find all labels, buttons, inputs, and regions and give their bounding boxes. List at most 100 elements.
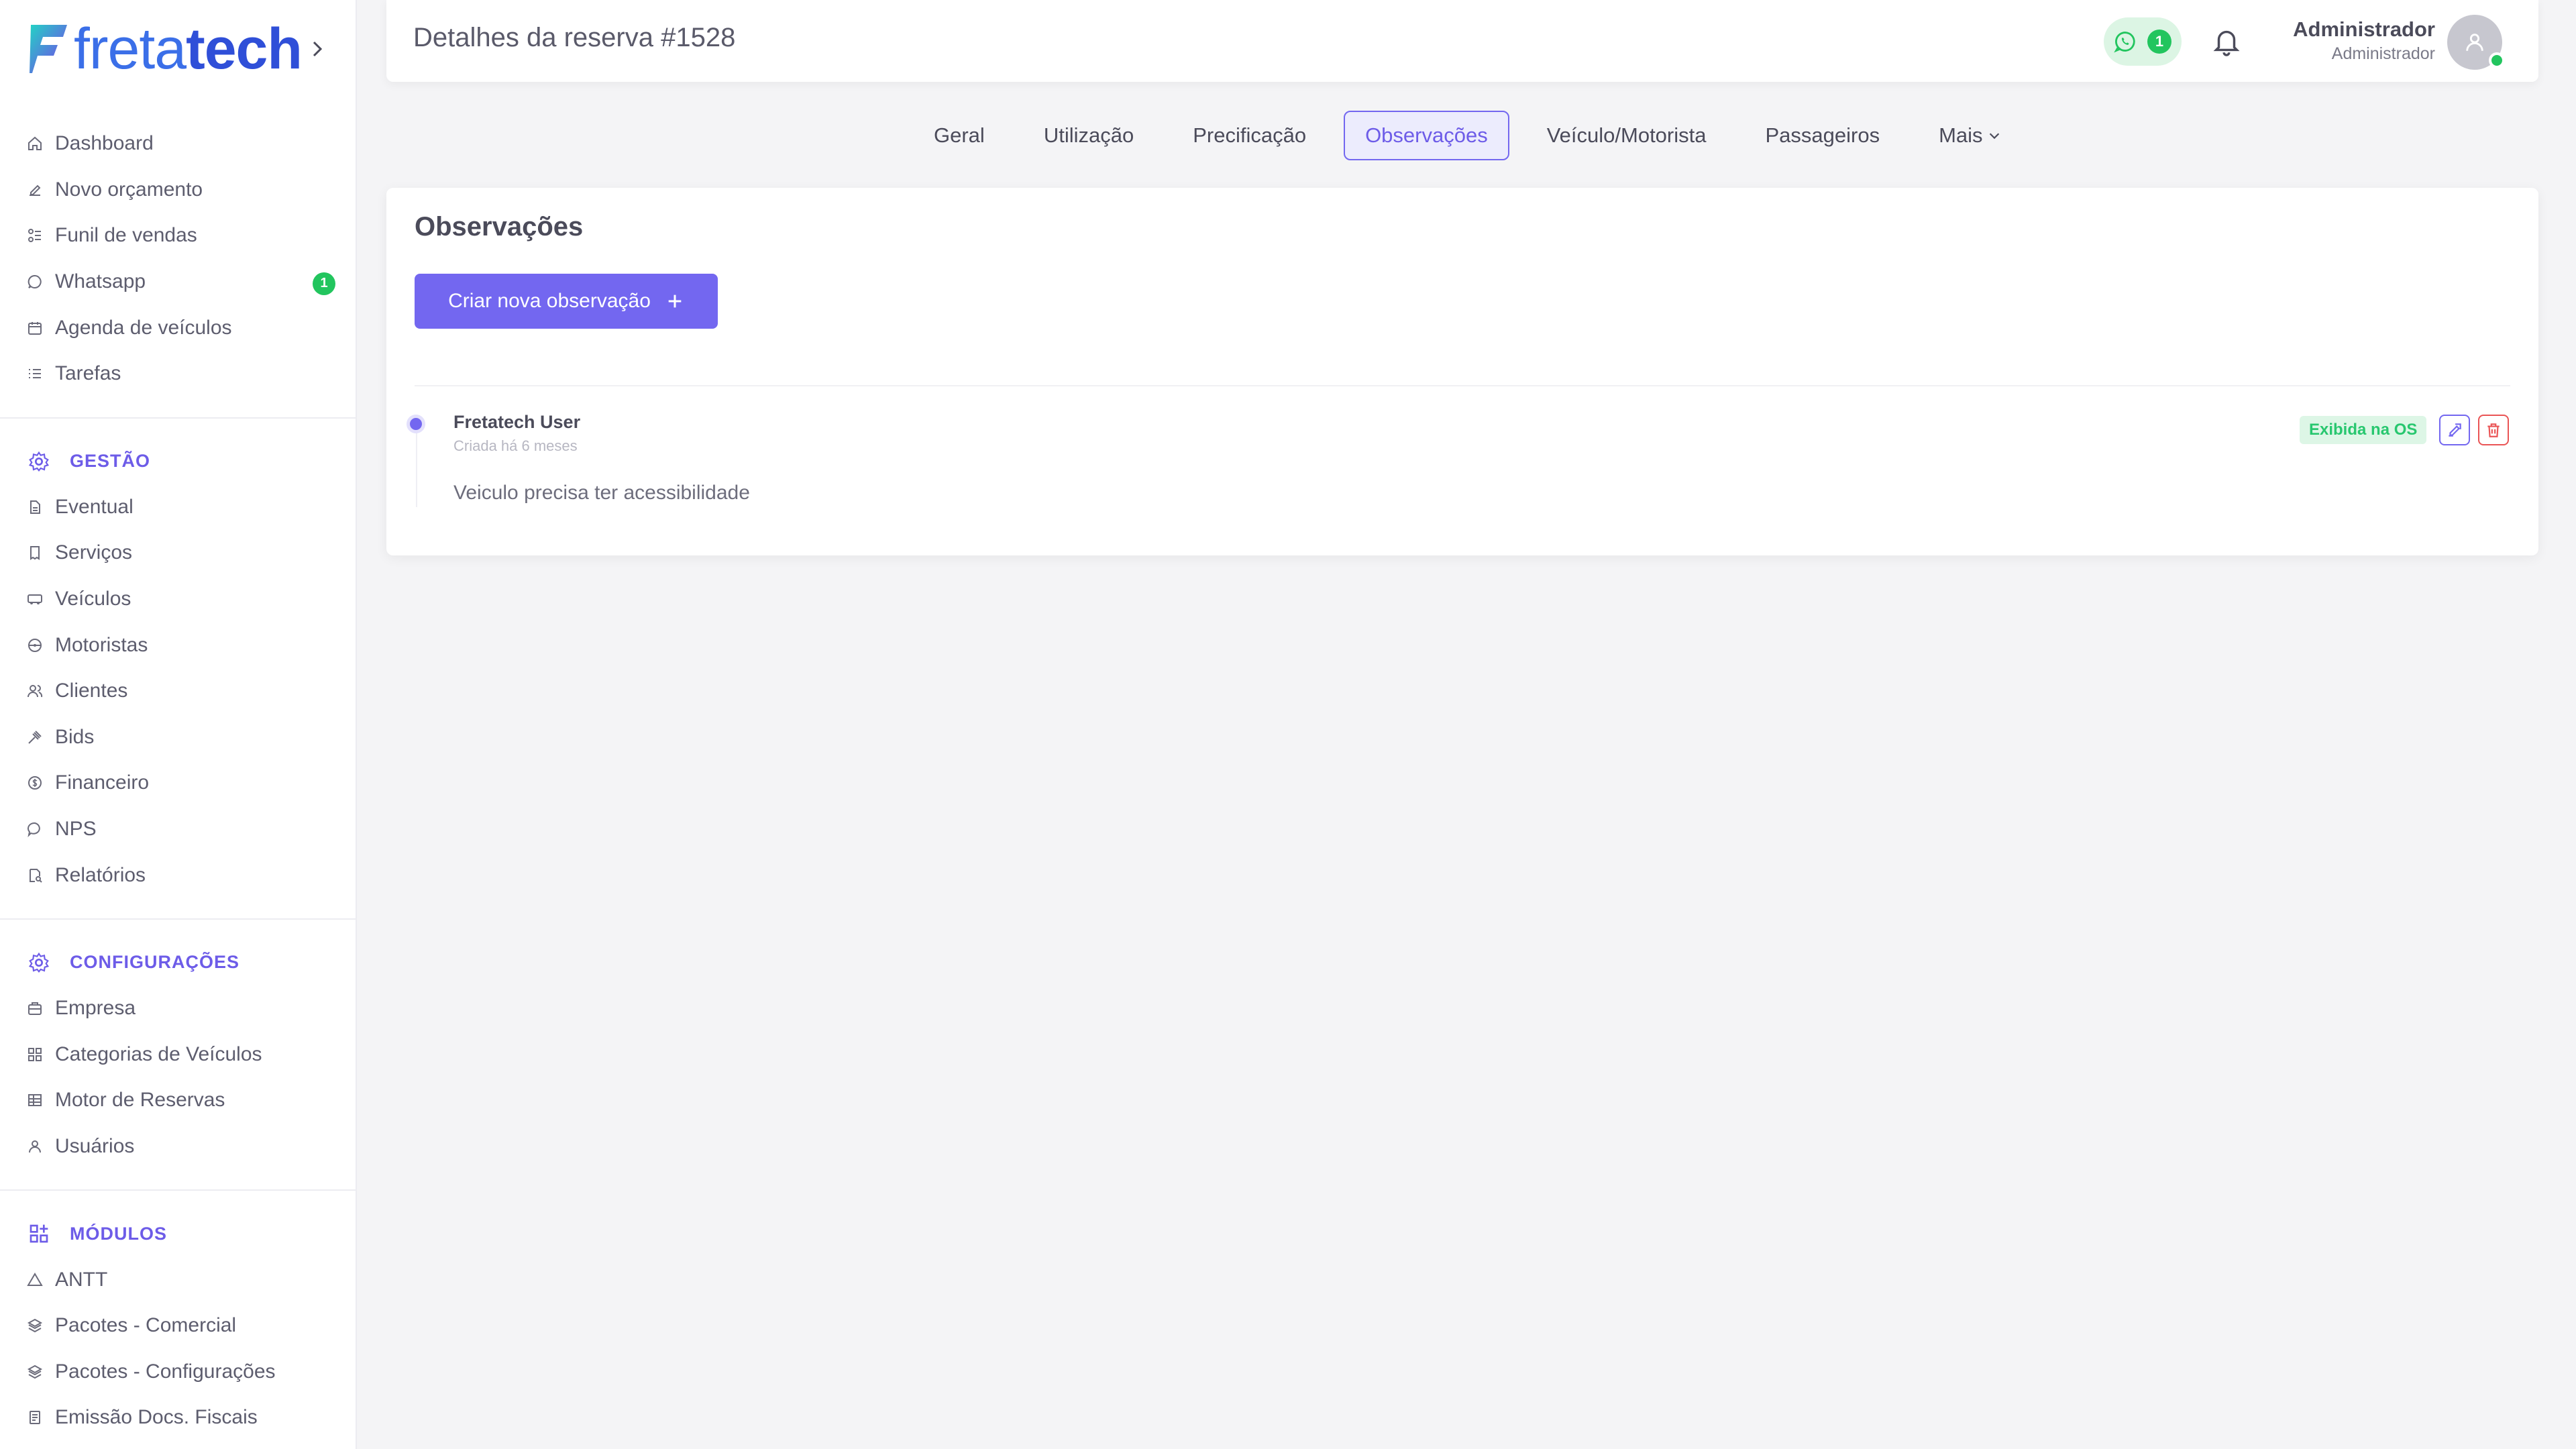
sidebar-item-veiculos[interactable]: Veículos (0, 576, 356, 623)
receipt-icon (30, 546, 40, 561)
tab-precificacao[interactable]: Precificação (1171, 111, 1328, 160)
plus-icon (668, 294, 682, 308)
sidebar-item-label: NPS (55, 818, 97, 841)
sidebar-item-label: Veículos (55, 588, 131, 610)
user-icon (29, 1140, 41, 1153)
observation-date: Criada há 6 meses (453, 437, 578, 454)
tab-label: Mais (1939, 123, 1983, 147)
edit-icon (2449, 423, 2461, 437)
whatsapp-count-badge: 1 (313, 272, 335, 295)
sidebar-item-pacotes-comercial[interactable]: Pacotes - Comercial (0, 1303, 356, 1349)
settings-icon (28, 952, 50, 973)
sidebar-item-antt[interactable]: ANTT (0, 1256, 356, 1303)
sidebar-item-novo-orcamento[interactable]: Novo orçamento (0, 167, 356, 213)
sidebar-section-configuracoes: CONFIGURAÇÕES (0, 940, 356, 985)
edit-icon (30, 184, 41, 196)
home-icon (28, 136, 42, 151)
bell-icon[interactable] (2211, 25, 2242, 56)
tab-label: Observações (1365, 123, 1488, 147)
building-icon (28, 1002, 42, 1016)
user-name[interactable]: Administrador (2293, 17, 2435, 42)
whatsapp-button[interactable]: 1 (2104, 17, 2182, 66)
sidebar-section-title: CONFIGURAÇÕES (70, 952, 240, 973)
sidebar-item-label: Funil de vendas (55, 224, 197, 247)
button-label: Criar nova observação (448, 290, 651, 312)
sidebar-item-nps[interactable]: NPS (0, 806, 356, 853)
card-title: Observações (415, 212, 584, 241)
tab-label: Precificação (1193, 123, 1307, 147)
grid-icon (28, 1047, 42, 1061)
document-icon (30, 500, 40, 514)
reservation-tabs: Geral Utilização Precificação Observaçõe… (912, 110, 2023, 161)
steering-wheel-icon (28, 638, 42, 652)
sidebar-item-emissao-docs-fiscais[interactable]: Emissão Docs. Fiscais (0, 1395, 356, 1441)
sidebar-item-label: Bids (55, 725, 95, 748)
sidebar-item-label: Pacotes - Configurações (55, 1360, 276, 1383)
tab-label: Veículo/Motorista (1546, 123, 1707, 147)
package-icon (27, 1319, 43, 1333)
sidebar-item-whatsapp[interactable]: Whatsapp 1 (0, 259, 356, 305)
edit-observation-button[interactable] (2439, 415, 2470, 445)
sidebar-item-label: Motor de Reservas (55, 1089, 225, 1112)
status-badge: Exibida na OS (2300, 416, 2427, 444)
whatsapp-icon (28, 275, 42, 289)
sidebar-item-label: Clientes (55, 680, 128, 702)
delete-observation-button[interactable] (2478, 415, 2509, 445)
tab-geral[interactable]: Geral (912, 111, 1006, 160)
sidebar-divider (0, 417, 356, 419)
collapse-chevron-icon[interactable] (310, 36, 326, 62)
sidebar-item-label: Motoristas (55, 633, 148, 656)
fretatech-logo[interactable]: fretatech (28, 19, 326, 79)
sidebar-divider (0, 918, 356, 920)
create-observation-button[interactable]: Criar nova observação (415, 274, 718, 329)
tab-mais[interactable]: Mais (1917, 111, 2023, 160)
timeline-dot (407, 415, 425, 433)
chevron-down-icon (1989, 133, 1999, 140)
invoice-icon (30, 1411, 40, 1425)
tab-label: Geral (934, 123, 985, 147)
sidebar-item-funil-de-vendas[interactable]: Funil de vendas (0, 213, 356, 259)
sidebar-section-gestao: GESTÃO (0, 439, 356, 484)
sidebar-item-label: Eventual (55, 495, 133, 518)
calendar-icon (28, 321, 42, 335)
sidebar-item-empresa[interactable]: Empresa (0, 985, 356, 1032)
sidebar-item-agenda-de-veiculos[interactable]: Agenda de veículos (0, 305, 356, 351)
whatsapp-count: 1 (2147, 30, 2171, 54)
sidebar-item-clientes[interactable]: Clientes (0, 668, 356, 714)
sidebar-item-servicos[interactable]: Serviços (0, 530, 356, 576)
sidebar-nav: Dashboard Novo orçamento Funil de vendas… (0, 121, 356, 1441)
chat-icon (28, 822, 40, 838)
tab-observacoes[interactable]: Observações (1344, 111, 1509, 160)
sidebar-item-label: Agenda de veículos (55, 316, 232, 339)
package-icon (27, 1364, 43, 1379)
tab-veiculo-motorista[interactable]: Veículo/Motorista (1525, 111, 1728, 160)
sidebar-item-categorias-de-veiculos[interactable]: Categorias de Veículos (0, 1032, 356, 1078)
observation-text: Veiculo precisa ter acessibilidade (453, 482, 750, 504)
sidebar-item-label: Pacotes - Comercial (55, 1314, 237, 1337)
sidebar-section-title: GESTÃO (70, 451, 151, 472)
sidebar-item-financeiro[interactable]: Financeiro (0, 760, 356, 806)
tab-passageiros[interactable]: Passageiros (1744, 111, 1902, 160)
sidebar-item-relatorios[interactable]: Relatórios (0, 852, 356, 898)
modules-icon (30, 1224, 48, 1243)
sidebar-section-modulos: MÓDULOS (0, 1211, 356, 1256)
sidebar-item-motoristas[interactable]: Motoristas (0, 622, 356, 668)
sidebar-divider (0, 1189, 356, 1191)
tab-label: Passageiros (1765, 123, 1880, 147)
sidebar-item-tarefas[interactable]: Tarefas (0, 351, 356, 397)
sidebar-item-dashboard[interactable]: Dashboard (0, 121, 356, 167)
top-bar: Detalhes da reserva #1528 1 Administrado… (386, 0, 2538, 82)
sidebar-item-label: Dashboard (55, 132, 154, 155)
tab-utilizacao[interactable]: Utilização (1022, 111, 1155, 160)
sidebar-item-label: Emissão Docs. Fiscais (55, 1406, 258, 1429)
sidebar-item-motor-de-reservas[interactable]: Motor de Reservas (0, 1077, 356, 1124)
sidebar-item-pacotes-configuracoes[interactable]: Pacotes - Configurações (0, 1348, 356, 1395)
observations-card: Observações Criar nova observação Fretat… (386, 188, 2538, 555)
sidebar-item-label: Usuários (55, 1134, 135, 1157)
sidebar-item-label: Novo orçamento (55, 178, 203, 201)
sidebar-item-eventual[interactable]: Eventual (0, 484, 356, 531)
sidebar-item-usuarios[interactable]: Usuários (0, 1124, 356, 1170)
user-icon (2466, 34, 2483, 51)
online-status-dot (2489, 52, 2505, 68)
sidebar-item-bids[interactable]: Bids (0, 714, 356, 761)
